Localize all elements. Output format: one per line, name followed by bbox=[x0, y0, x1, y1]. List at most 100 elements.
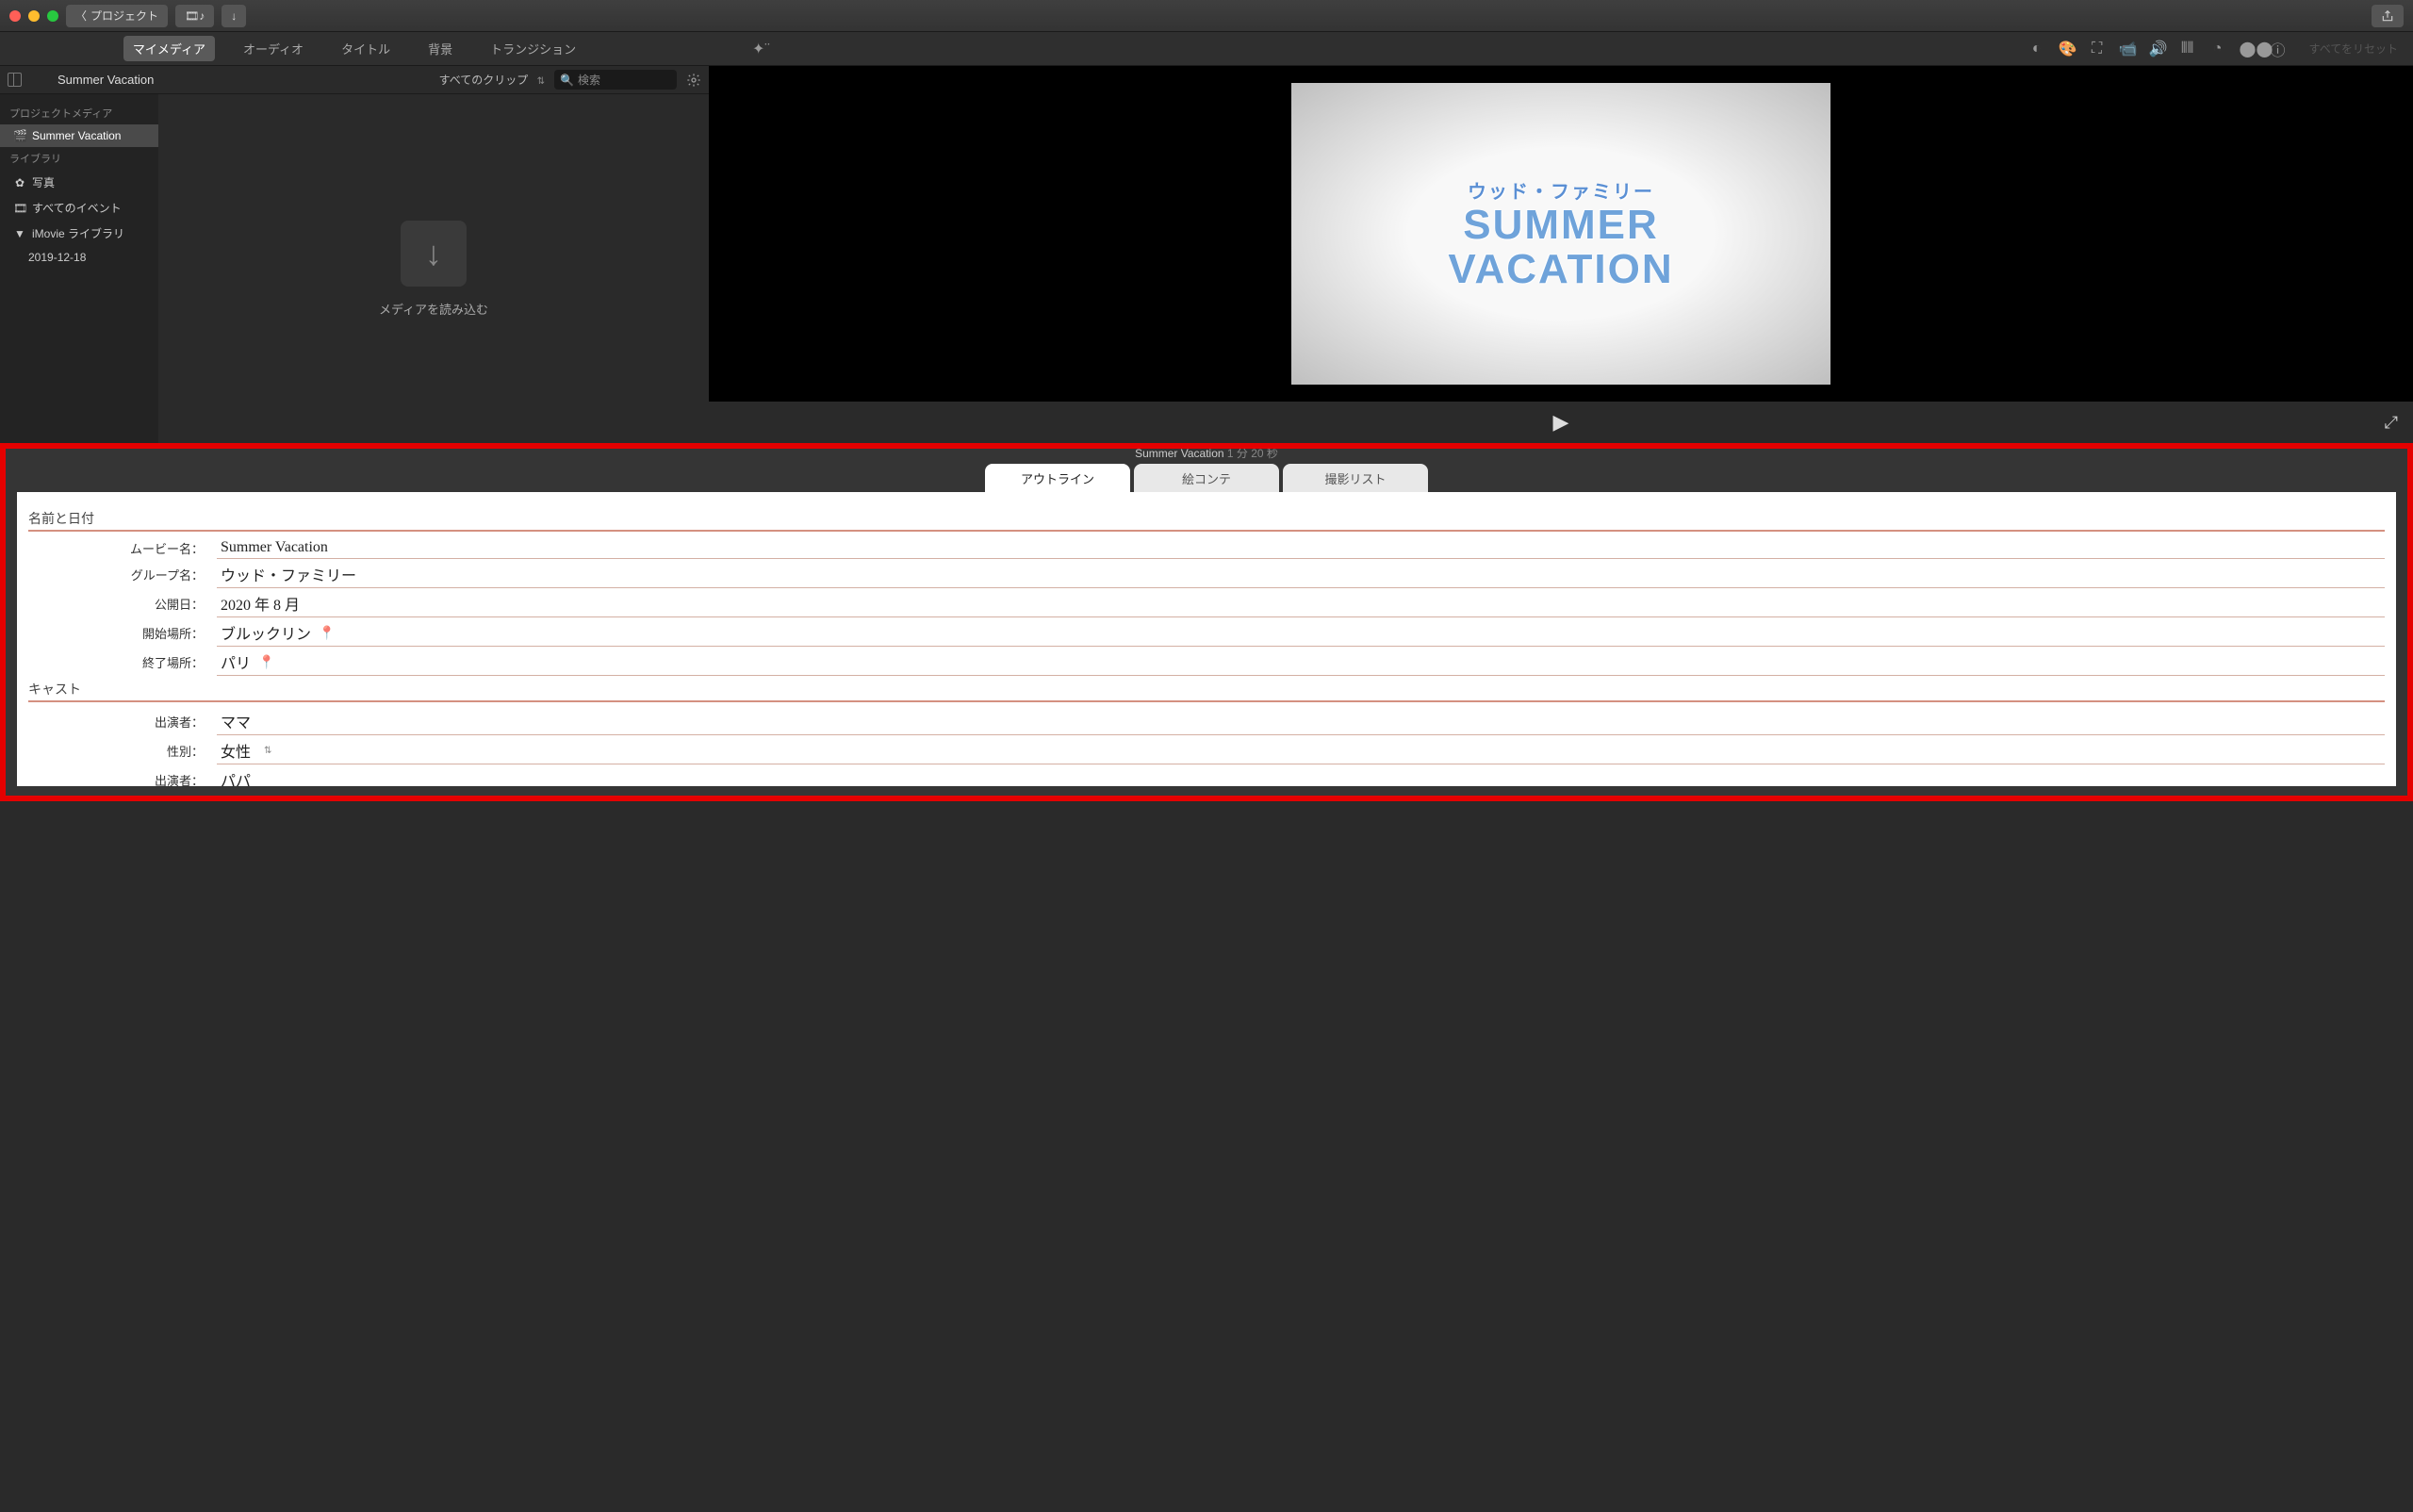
field-group-name: グループ名： ウッド・ファミリー bbox=[28, 561, 2385, 588]
tab-storyboard[interactable]: 絵コンテ bbox=[1134, 464, 1279, 492]
field-start-location: 開始場所： ブルックリン📍 bbox=[28, 619, 2385, 647]
clips-filter-dropdown[interactable]: すべてのクリップ ⇅ bbox=[439, 72, 545, 88]
sidebar-item-label: 写真 bbox=[32, 174, 55, 190]
gender-1-value: 女性 bbox=[221, 739, 251, 762]
content-tabs: マイメディア オーディオ タイトル 背景 トランジション bbox=[0, 32, 709, 66]
cast-2-input[interactable]: パパ bbox=[217, 766, 2385, 786]
share-button[interactable] bbox=[2372, 5, 2404, 27]
section-cast: キャスト bbox=[28, 680, 2385, 702]
filter-icon[interactable]: ⬤⬤ bbox=[2240, 40, 2257, 58]
preview-canvas: ウッド・ファミリー SUMMER VACATION bbox=[1291, 83, 1830, 385]
event-title: Summer Vacation bbox=[57, 73, 154, 87]
media-browser-button[interactable]: 🎞♪ bbox=[175, 5, 214, 27]
release-date-input[interactable]: 2020 年 8 月 bbox=[217, 590, 2385, 617]
group-name-input[interactable]: ウッド・ファミリー bbox=[217, 561, 2385, 588]
disclosure-triangle-icon: ▼ bbox=[13, 227, 26, 240]
zoom-window-button[interactable] bbox=[47, 10, 58, 22]
crop-icon[interactable]: ⛶ bbox=[2089, 41, 2106, 58]
group-name-label: グループ名： bbox=[28, 566, 217, 583]
updown-icon: ⇅ bbox=[264, 746, 271, 756]
close-window-button[interactable] bbox=[9, 10, 21, 22]
gender-label: 性別： bbox=[28, 742, 217, 760]
movie-name-value: Summer Vacation bbox=[221, 539, 328, 556]
speed-icon[interactable]: ◔ bbox=[2209, 41, 2226, 58]
tab-my-media[interactable]: マイメディア bbox=[123, 36, 215, 61]
timeline-duration: 1 分 20 秒 bbox=[1227, 447, 1278, 460]
stabilize-icon[interactable]: 📹 bbox=[2119, 40, 2136, 58]
sidebar-item-label: 2019-12-18 bbox=[28, 251, 86, 264]
preview-viewer[interactable]: ウッド・ファミリー SUMMER VACATION bbox=[709, 66, 2413, 402]
fullscreen-button[interactable]: ⤢ bbox=[2385, 413, 2398, 433]
chevron-left-icon: 〈 bbox=[75, 8, 87, 24]
film-reel-icon: 🎞 bbox=[13, 202, 26, 215]
film-icon: 🎞♪ bbox=[185, 9, 205, 23]
sidebar-item-all-events[interactable]: 🎞 すべてのイベント bbox=[0, 195, 158, 221]
chevron-updown-icon: ⇅ bbox=[537, 76, 545, 87]
movie-name-label: ムービー名： bbox=[28, 539, 217, 557]
tab-backgrounds[interactable]: 背景 bbox=[419, 36, 462, 61]
sidebar-hdr-library: ライブラリ bbox=[0, 147, 158, 170]
tab-audio[interactable]: オーディオ bbox=[234, 36, 313, 61]
back-label: プロジェクト bbox=[90, 8, 158, 24]
palette-icon[interactable]: 🎨 bbox=[2059, 40, 2076, 58]
tab-shotlist[interactable]: 撮影リスト bbox=[1283, 464, 1428, 492]
sidebar-item-label: iMovie ライブラリ bbox=[32, 225, 124, 241]
cast-2-value: パパ bbox=[221, 768, 251, 786]
search-placeholder: 検索 bbox=[578, 72, 600, 88]
outline-body: 名前と日付 ムービー名： Summer Vacation グループ名： ウッド・… bbox=[17, 492, 2396, 786]
map-pin-icon[interactable]: 📍 bbox=[319, 625, 335, 641]
tab-titles[interactable]: タイトル bbox=[332, 36, 400, 61]
end-location-value: パリ bbox=[221, 650, 251, 673]
field-release-date: 公開日： 2020 年 8 月 bbox=[28, 590, 2385, 617]
field-end-location: 終了場所： パリ 📍 bbox=[28, 649, 2385, 676]
start-location-input[interactable]: ブルックリン📍 bbox=[217, 619, 2385, 647]
minimize-window-button[interactable] bbox=[28, 10, 40, 22]
field-cast-2: 出演者： パパ bbox=[28, 766, 2385, 786]
clips-filter-label: すべてのクリップ bbox=[439, 74, 529, 87]
section-name-date: 名前と日付 bbox=[28, 509, 2385, 532]
browser-toolbar: Summer Vacation すべてのクリップ ⇅ 🔍 検索 bbox=[0, 66, 709, 94]
cast-label: 出演者： bbox=[28, 771, 217, 786]
search-icon: 🔍 bbox=[560, 74, 574, 87]
preview-pane: ✦¨ ◐ 🎨 ⛶ 📹 🔊 ⫴⫴ ◔ ⬤⬤ ⓘ すべてをリセット ウッド・ファミリ… bbox=[709, 32, 2413, 443]
sidebar-toggle-icon[interactable] bbox=[8, 73, 22, 87]
map-pin-icon[interactable]: 📍 bbox=[258, 654, 274, 670]
start-location-label: 開始場所： bbox=[28, 624, 217, 642]
share-icon bbox=[2381, 9, 2394, 23]
cast-label: 出演者： bbox=[28, 713, 217, 731]
gender-1-select[interactable]: 女性 ⇅ bbox=[217, 737, 2385, 764]
settings-gear-icon[interactable] bbox=[686, 73, 701, 88]
end-location-label: 終了場所： bbox=[28, 653, 217, 671]
tab-outline[interactable]: アウトライン bbox=[985, 464, 1130, 492]
sidebar-item-event-date[interactable]: 2019-12-18 bbox=[0, 246, 158, 269]
import-button[interactable]: ↓ bbox=[222, 5, 246, 27]
sidebar-item-photos[interactable]: ✿ 写真 bbox=[0, 170, 158, 195]
contrast-icon[interactable]: ◐ bbox=[2028, 41, 2045, 58]
storyline-panel: Summer Vacation 1 分 20 秒 アウトライン 絵コンテ 撮影リ… bbox=[0, 443, 2413, 801]
preview-subtitle: ウッド・ファミリー bbox=[1468, 176, 1654, 204]
import-media-button[interactable]: ↓ bbox=[401, 221, 467, 287]
field-gender-1: 性別： 女性 ⇅ bbox=[28, 737, 2385, 764]
reset-all-button[interactable]: すべてをリセット bbox=[2309, 41, 2398, 57]
info-icon[interactable]: ⓘ bbox=[2270, 38, 2287, 60]
equalizer-icon[interactable]: ⫴⫴ bbox=[2179, 41, 2196, 58]
media-area[interactable]: ↓ メディアを読み込む bbox=[158, 94, 709, 443]
sidebar-hdr-project: プロジェクトメディア bbox=[0, 102, 158, 124]
cast-1-input[interactable]: ママ bbox=[217, 708, 2385, 735]
end-location-input[interactable]: パリ 📍 bbox=[217, 649, 2385, 676]
movie-name-input[interactable]: Summer Vacation bbox=[217, 537, 2385, 559]
back-projects-button[interactable]: 〈 プロジェクト bbox=[66, 5, 168, 27]
sidebar-item-project[interactable]: 🎬 Summer Vacation bbox=[0, 124, 158, 147]
preview-toolbar: ✦¨ ◐ 🎨 ⛶ 📹 🔊 ⫴⫴ ◔ ⬤⬤ ⓘ すべてをリセット bbox=[709, 32, 2413, 66]
tab-transitions[interactable]: トランジション bbox=[481, 36, 585, 61]
field-cast-1: 出演者： ママ bbox=[28, 708, 2385, 735]
sidebar-item-imovie-lib[interactable]: ▼ iMovie ライブラリ bbox=[0, 221, 158, 246]
play-button[interactable]: ▶ bbox=[1553, 410, 1569, 435]
search-input[interactable]: 🔍 検索 bbox=[554, 70, 677, 90]
cast-1-value: ママ bbox=[221, 710, 251, 732]
timeline-header: Summer Vacation 1 分 20 秒 bbox=[0, 443, 2413, 460]
preview-title-line2: VACATION bbox=[1448, 248, 1673, 291]
playback-controls: ▶ ⤢ bbox=[709, 402, 2413, 443]
magic-wand-icon[interactable]: ✦¨ bbox=[752, 40, 769, 58]
volume-icon[interactable]: 🔊 bbox=[2149, 40, 2166, 58]
